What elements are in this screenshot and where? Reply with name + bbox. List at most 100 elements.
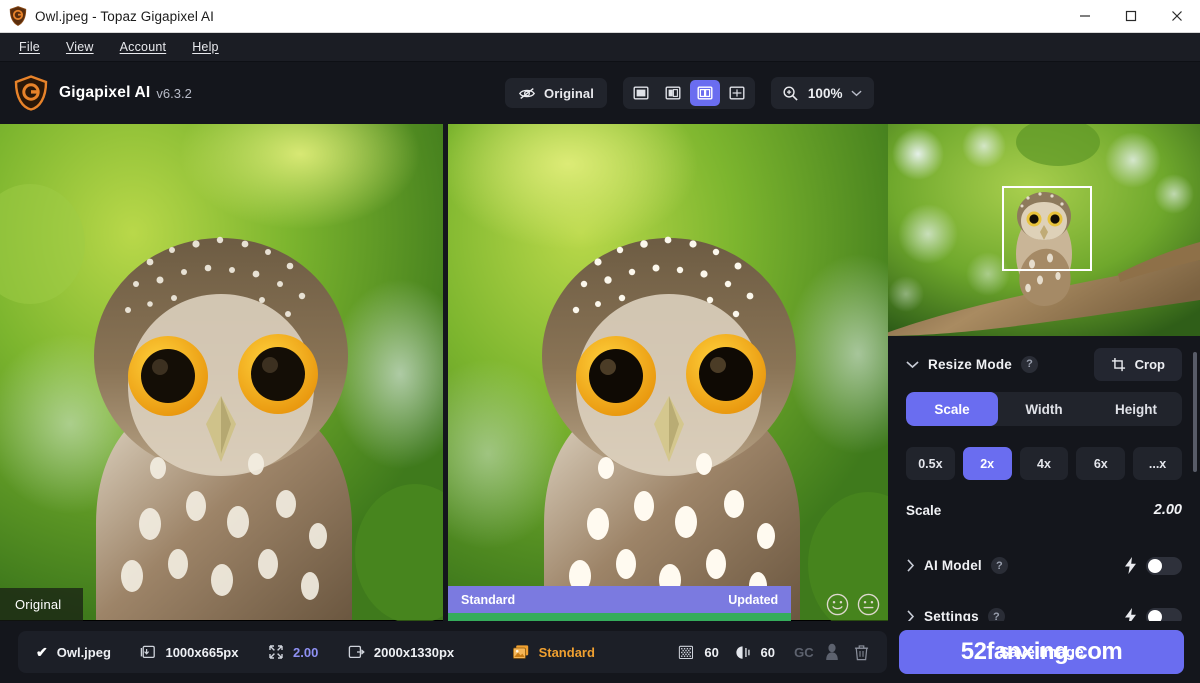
save-image-button[interactable]: Save Image 52fanxing.com: [899, 630, 1184, 674]
close-button[interactable]: [1154, 0, 1200, 33]
navigator-preview[interactable]: [888, 124, 1200, 336]
input-size-value: 1000x665px: [165, 644, 239, 660]
file-info-card[interactable]: ✔ Owl.jpeg 1000x665px 2.00 2000x1330px S…: [18, 631, 887, 673]
resize-mode-header[interactable]: Resize Mode ? Crop: [906, 336, 1182, 392]
preset-custom-x[interactable]: ...x: [1133, 447, 1182, 480]
model-label: Standard: [538, 644, 595, 660]
image-out-icon: [348, 645, 365, 659]
original-button-label: Original: [544, 85, 594, 101]
progress-status-label: Updated: [728, 592, 779, 607]
resize-mode-tabs: Scale Width Height: [906, 392, 1182, 426]
lightning-bolt-icon: [1125, 608, 1136, 621]
zoom-level-value: 100%: [807, 85, 843, 101]
preset-2x[interactable]: 2x: [962, 447, 1012, 480]
menu-item-account[interactable]: Account: [107, 36, 180, 58]
tab-width[interactable]: Width: [998, 392, 1090, 426]
brand-version: v6.3.2: [156, 85, 192, 101]
face-recovery-icon: [826, 643, 838, 660]
eye-slash-icon: [518, 87, 536, 99]
menu-item-view[interactable]: View: [53, 36, 107, 58]
scale-value[interactable]: 2.00: [1154, 502, 1182, 518]
checkmark-icon: ✔: [36, 643, 48, 660]
menu-account-label: Account: [119, 40, 167, 54]
menu-item-file[interactable]: File: [6, 36, 53, 58]
crop-button-label: Crop: [1134, 356, 1165, 372]
crop-icon: [1111, 357, 1125, 371]
footer-bar: ✔ Owl.jpeg 1000x665px 2.00 2000x1330px S…: [0, 621, 1200, 683]
file-selected[interactable]: ✔ Owl.jpeg: [36, 644, 111, 661]
noise-value: 60: [704, 644, 719, 660]
settings-help-icon[interactable]: ?: [987, 608, 1005, 621]
split-view-icon: [665, 86, 681, 100]
view-mode-grid-button[interactable]: [722, 80, 752, 106]
preset-0-5x[interactable]: 0.5x: [906, 447, 955, 480]
viewer-pane-original[interactable]: Original: [0, 124, 443, 621]
resize-arrows-icon: [269, 645, 283, 659]
feedback-icons: [826, 593, 880, 616]
preset-6x[interactable]: 6x: [1076, 447, 1126, 480]
ai-model-toggle[interactable]: [1146, 556, 1182, 575]
menu-file-label: File: [19, 40, 40, 54]
original-toggle-button[interactable]: Original: [505, 78, 607, 108]
menu-item-help[interactable]: Help: [179, 36, 232, 58]
toolbar-center: Original 100%: [505, 62, 874, 124]
view-mode-split-button[interactable]: [658, 80, 688, 106]
image-stack-icon: [512, 645, 528, 659]
ai-model-help-icon[interactable]: ?: [990, 557, 1008, 574]
chevron-right-icon: [907, 559, 915, 572]
output-size-value: 2000x1330px: [373, 644, 455, 660]
delete-group[interactable]: [854, 644, 869, 661]
menu-view-label: View: [65, 40, 94, 54]
view-mode-side-by-side-button[interactable]: [689, 80, 720, 106]
settings-header[interactable]: Settings ?: [906, 591, 1182, 621]
navigator-viewport-rect[interactable]: [1002, 186, 1092, 271]
maximize-button[interactable]: [1108, 0, 1154, 33]
grid-view-icon: [729, 86, 745, 100]
ai-model-toggle-group: [1125, 556, 1182, 575]
ai-model-header[interactable]: AI Model ?: [906, 540, 1182, 591]
image-in-icon: [141, 645, 156, 659]
gigapixel-logo-icon: [14, 75, 48, 111]
resize-mode-help-icon[interactable]: ?: [1020, 355, 1038, 373]
blur-group: 60: [735, 645, 775, 660]
minimize-button[interactable]: [1062, 0, 1108, 33]
side-by-side-view-icon: [697, 86, 713, 100]
brand-name: Gigapixel AI: [59, 84, 151, 101]
chevron-right-icon: [907, 610, 915, 621]
settings-toggle[interactable]: [1146, 607, 1182, 621]
neutral-face-icon[interactable]: [857, 593, 880, 616]
single-view-icon: [633, 86, 649, 100]
zoom-control[interactable]: 100%: [770, 77, 874, 109]
right-sidebar: Resize Mode ? Crop Scale Width Height 0.…: [888, 124, 1200, 621]
chevron-down-icon: [851, 90, 862, 97]
progress-bar: Standard Updated: [448, 586, 792, 613]
viewer-pane-processed[interactable]: Standard Updated: [448, 124, 888, 621]
app-header: Gigapixel AI v6.3.2 Original 100%: [0, 62, 1200, 124]
save-image-label: Save Image: [999, 643, 1084, 661]
contrast-half-icon: [735, 645, 750, 659]
tab-scale[interactable]: Scale: [906, 392, 998, 426]
window-title: Owl.jpeg - Topaz Gigapixel AI: [35, 8, 214, 24]
view-mode-group: [622, 77, 755, 109]
face-recovery-group[interactable]: [824, 643, 840, 661]
ai-model-title: AI Model: [924, 558, 982, 573]
sidebar-scrollbar[interactable]: [1193, 352, 1197, 472]
progress-strip: [448, 613, 792, 621]
settings-title: Settings: [924, 609, 979, 621]
progress-model-label: Standard: [461, 592, 516, 607]
model-group[interactable]: Standard: [512, 644, 595, 660]
tab-height[interactable]: Height: [1090, 392, 1182, 426]
app-logo-icon: [9, 6, 27, 26]
chevron-down-icon: [906, 360, 919, 368]
processed-image: [448, 124, 888, 621]
resize-mode-title: Resize Mode: [928, 356, 1012, 372]
file-name: Owl.jpeg: [56, 644, 111, 660]
view-mode-single-button[interactable]: [626, 80, 656, 106]
scale-factor-value: 2.00: [293, 644, 319, 660]
preset-4x[interactable]: 4x: [1019, 447, 1069, 480]
lightning-bolt-icon: [1125, 557, 1136, 574]
trash-icon: [854, 644, 869, 660]
crop-button[interactable]: Crop: [1093, 347, 1182, 381]
noise-group: 60: [678, 644, 719, 660]
smiley-face-icon[interactable]: [826, 593, 849, 616]
